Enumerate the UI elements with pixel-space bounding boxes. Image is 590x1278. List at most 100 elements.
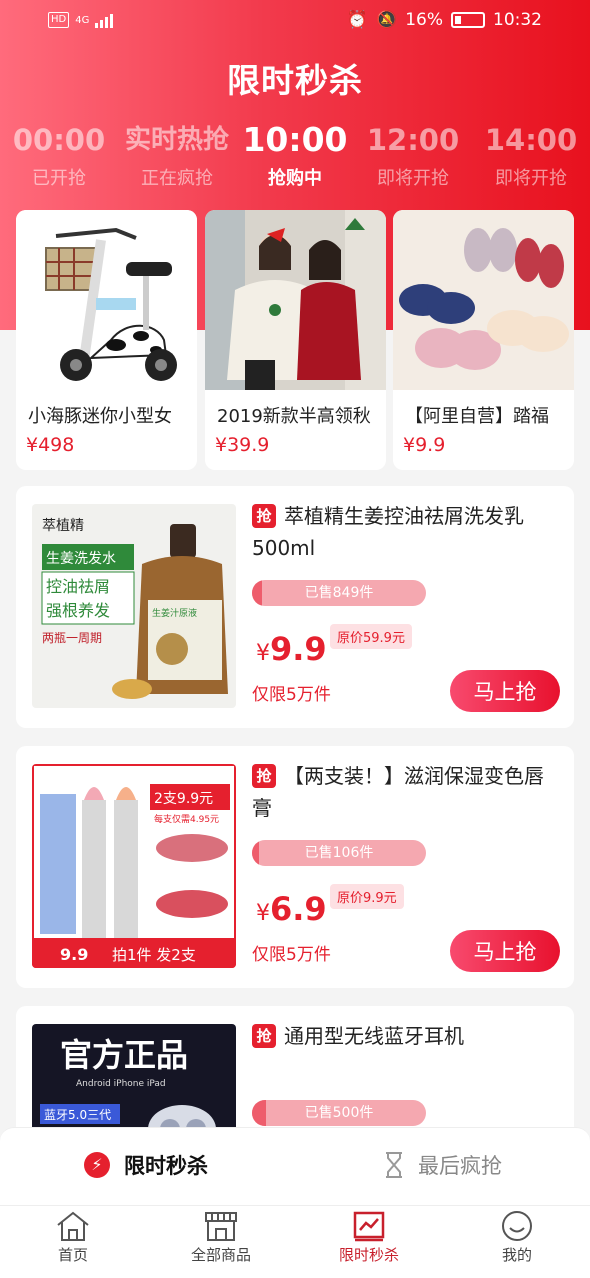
session-time: 14:00 [484, 123, 578, 157]
price-value: 6.9 [270, 890, 327, 928]
image-version: 蓝牙5.0三代 [44, 1108, 111, 1122]
product-title: 抢通用型无线蓝牙耳机 [252, 1020, 560, 1052]
currency-symbol: ¥ [256, 901, 270, 926]
session-time: 实时热抢 [124, 125, 229, 155]
stock-limit: 仅限5万件 [252, 945, 331, 965]
nav-label: 全部商品 [190, 1246, 251, 1264]
session-status: 即将开抢 [377, 168, 449, 189]
flash-sale-subtabs: ⚡ 限时秒杀 最后疯抢 [0, 1127, 590, 1205]
image-platforms: Android iPhone iPad [76, 1079, 166, 1089]
nav-label: 我的 [501, 1246, 532, 1264]
session-tab-1200[interactable]: 12:00 即将开抢 [354, 120, 472, 190]
hourglass-icon [386, 1152, 402, 1178]
sold-progress: 已售500件 [252, 1100, 426, 1126]
image-brand: 萃植精 [42, 518, 84, 534]
session-time: 10:00 [242, 120, 348, 159]
image-text: 拍1件 发2支 [112, 946, 196, 964]
battery-icon [451, 12, 485, 28]
featured-price: ¥9.9 [403, 434, 446, 456]
home-icon [57, 1211, 89, 1241]
sold-count: 已售500件 [304, 1105, 374, 1121]
status-bar: HD 4G ⏰ 🔕 16% 10:32 [0, 0, 590, 44]
image-line: 强根养发 [46, 601, 110, 620]
featured-price: ¥39.9 [215, 434, 270, 456]
buy-now-button[interactable]: 马上抢 [450, 670, 560, 712]
image-line: 生姜洗发水 [46, 551, 116, 567]
hd-indicator: HD [48, 12, 70, 28]
product-name: 【两支装！】滋润保湿变色唇膏 [252, 764, 544, 820]
featured-card[interactable]: 2019新款半高领秋 ¥39.9 [205, 210, 386, 470]
sale-price: ¥6.9 [256, 890, 327, 928]
session-tab-hot[interactable]: 实时热抢 正在疯抢 [118, 120, 236, 190]
session-status: 抢购中 [268, 168, 322, 189]
flash-sale-icon [353, 1211, 385, 1242]
sale-price: ¥9.9 [256, 630, 327, 668]
clock: 10:32 [493, 10, 542, 30]
product-name: 通用型无线蓝牙耳机 [284, 1024, 464, 1048]
session-status: 即将开抢 [495, 168, 567, 189]
tab-last-chance[interactable]: 最后疯抢 [384, 1150, 502, 1180]
sold-count: 已售849件 [304, 585, 374, 601]
network-type: 4G [75, 14, 90, 26]
session-time: 00:00 [12, 123, 106, 157]
session-tab-0000[interactable]: 00:00 已开抢 [0, 120, 118, 190]
bottom-navigation: 首页 全部商品 限时秒杀 我的 [0, 1205, 590, 1278]
nav-home[interactable]: 首页 [14, 1210, 132, 1265]
nav-label: 首页 [57, 1246, 88, 1264]
session-tabs: 00:00 已开抢 实时热抢 正在疯抢 10:00 抢购中 12:00 即将开抢… [0, 120, 590, 200]
buy-now-button[interactable]: 马上抢 [450, 930, 560, 972]
product-title: 抢萃植精生姜控油祛屑洗发乳500ml [252, 500, 560, 564]
image-line: 控油祛屑 [46, 577, 110, 596]
battery-percent: 16% [405, 10, 443, 30]
nav-profile[interactable]: 我的 [458, 1210, 576, 1265]
mute-icon: 🔕 [376, 10, 398, 30]
image-price: 9.9 [60, 945, 88, 964]
flash-badge: 抢 [252, 1024, 276, 1048]
featured-card[interactable]: 小海豚迷你小型女 ¥498 [16, 210, 197, 470]
signal-icon [95, 12, 114, 28]
lightning-icon: ⚡ [84, 1152, 110, 1178]
stock-limit: 仅限5万件 [252, 685, 331, 705]
sweater-image [205, 210, 386, 390]
session-status: 已开抢 [32, 168, 86, 189]
original-price: 原价59.9元 [330, 624, 412, 649]
image-label: 生姜汁原液 [152, 607, 197, 619]
product-card[interactable]: 萃植精 生姜洗发水 控油祛屑 强根养发 两瓶一周期 生姜汁原液 抢萃植精生姜控油… [16, 486, 574, 728]
sold-progress: 已售106件 [252, 840, 426, 866]
sold-progress: 已售849件 [252, 580, 426, 606]
product-name: 萃植精生姜控油祛屑洗发乳500ml [252, 504, 524, 560]
session-tab-1400[interactable]: 14:00 即将开抢 [472, 120, 590, 190]
image-promo: 每支仅需4.95元 [154, 813, 219, 825]
slippers-image [393, 210, 574, 390]
featured-name: 2019新款半高领秋 [217, 406, 371, 427]
page-title: 限时秒杀 [227, 61, 363, 100]
image-line: 两瓶一周期 [42, 631, 102, 645]
price-value: 9.9 [270, 630, 327, 668]
featured-name: 小海豚迷你小型女 [28, 406, 172, 427]
session-tab-1000[interactable]: 10:00 抢购中 [236, 120, 354, 190]
session-time: 12:00 [366, 123, 460, 157]
alarm-icon: ⏰ [346, 10, 369, 30]
tab-flash-sale[interactable]: ⚡ 限时秒杀 [84, 1150, 208, 1180]
session-status: 正在疯抢 [141, 168, 213, 189]
tab-label: 最后疯抢 [418, 1154, 502, 1178]
image-promo: 2支9.9元 [154, 791, 213, 807]
featured-price: ¥498 [26, 434, 75, 456]
shampoo-image: 萃植精 生姜洗发水 控油祛屑 强根养发 两瓶一周期 生姜汁原液 [32, 504, 236, 708]
scooter-image [16, 210, 197, 390]
currency-symbol: ¥ [256, 641, 270, 666]
flash-badge: 抢 [252, 504, 276, 528]
product-title: 抢【两支装！】滋润保湿变色唇膏 [252, 760, 560, 824]
nav-flash-sale[interactable]: 限时秒杀 [310, 1210, 428, 1265]
lipstick-image: 2支9.9元 每支仅需4.95元 9.9 拍1件 发2支 [32, 764, 236, 968]
store-icon [205, 1212, 237, 1241]
sold-count: 已售106件 [304, 845, 374, 861]
featured-card[interactable]: 【阿里自营】踏福 ¥9.9 [393, 210, 574, 470]
nav-label: 限时秒杀 [338, 1246, 399, 1264]
featured-products: 小海豚迷你小型女 ¥498 2019新款半高领秋 ¥39.9 【阿里自营】踏福 … [16, 210, 574, 470]
nav-all-products[interactable]: 全部商品 [162, 1210, 280, 1265]
original-price: 原价9.9元 [330, 884, 404, 909]
product-card[interactable]: 2支9.9元 每支仅需4.95元 9.9 拍1件 发2支 抢【两支装！】滋润保湿… [16, 746, 574, 988]
tab-label: 限时秒杀 [124, 1154, 208, 1178]
flash-badge: 抢 [252, 764, 276, 788]
